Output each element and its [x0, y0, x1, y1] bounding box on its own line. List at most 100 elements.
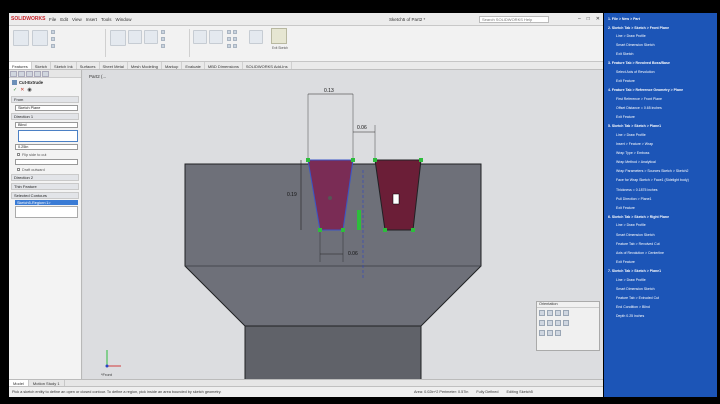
flip-side-checkbox[interactable]: Flip side to cut	[17, 152, 78, 157]
rib-icon[interactable]	[227, 29, 231, 34]
reference-geometry-icon[interactable]	[249, 30, 263, 44]
revolved-cut-icon[interactable]	[144, 30, 158, 44]
swept-boss-icon[interactable]	[51, 29, 55, 34]
direction2-section-header[interactable]: Direction 2	[11, 174, 79, 181]
preview-eye-icon[interactable]: ◉	[27, 87, 31, 94]
feature-tree-icon[interactable]	[10, 71, 17, 77]
draft-icon[interactable]	[227, 36, 231, 41]
configuration-icon[interactable]	[26, 71, 33, 77]
extruded-boss-icon[interactable]	[13, 30, 29, 46]
boundary-cut-icon[interactable]	[161, 43, 165, 48]
note-substep: End Condition > Blind	[616, 305, 650, 310]
cut-tools-group	[161, 29, 165, 48]
cancel-x-icon[interactable]: ✕	[20, 87, 24, 94]
property-manager-icon[interactable]	[18, 71, 25, 77]
tab-features[interactable]: Features	[9, 62, 32, 69]
view-right-icon[interactable]	[563, 310, 569, 316]
dimension-top-text[interactable]: 0.13	[324, 88, 334, 94]
shell-icon[interactable]	[227, 43, 231, 48]
linear-pattern-icon[interactable]	[209, 30, 223, 44]
command-manager-ribbon: Exit Sketch	[9, 26, 603, 62]
ok-check-icon[interactable]: ✓	[13, 87, 17, 94]
menu-tools[interactable]: Tools	[101, 17, 112, 22]
graphics-viewport[interactable]: Part2 (... 0.13 0.06 0.19 0.06 *Front Or…	[83, 70, 603, 390]
four-view-icon[interactable]	[555, 330, 561, 336]
menu-view[interactable]: View	[72, 17, 82, 22]
orientation-popup[interactable]: Orientation	[536, 301, 600, 351]
display-manager-icon[interactable]	[42, 71, 49, 77]
command-tabs: Features Sketch Sketch Ink Surfaces Shee…	[9, 62, 603, 70]
hole-wizard-icon[interactable]	[128, 30, 142, 44]
menu-window[interactable]: Window	[116, 17, 132, 22]
note-substep: Exit Feature	[616, 115, 635, 120]
tab-mesh-modeling[interactable]: Mesh Modeling	[128, 62, 162, 69]
view-front-icon[interactable]	[539, 310, 545, 316]
tab-evaluate[interactable]: Evaluate	[182, 62, 205, 69]
help-search-input[interactable]: Search SOLIDWORKS Help	[479, 16, 549, 23]
tab-sheet-metal[interactable]: Sheet Metal	[100, 62, 128, 69]
draft-angle-input[interactable]	[15, 159, 78, 165]
maximize-icon[interactable]: □	[587, 16, 590, 22]
lofted-cut-icon[interactable]	[161, 36, 165, 41]
dimension-left-text[interactable]: 0.19	[287, 192, 297, 198]
two-view-icon[interactable]	[547, 330, 553, 336]
view-normal-icon[interactable]	[555, 320, 561, 326]
view-back-icon[interactable]	[547, 310, 553, 316]
lofted-boss-icon[interactable]	[51, 36, 55, 41]
exit-sketch-label[interactable]: Exit Sketch	[267, 46, 293, 50]
menu-file[interactable]: File	[49, 17, 56, 22]
sketch-point	[328, 196, 332, 200]
wrap-icon[interactable]	[233, 29, 237, 34]
tab-mbd-dimensions[interactable]: MBD Dimensions	[205, 62, 243, 69]
view-top-icon[interactable]	[539, 320, 545, 326]
relation-marker	[383, 228, 387, 232]
note-substep: Smart Dimension Sketch	[616, 43, 655, 48]
exit-sketch-icon[interactable]	[271, 28, 287, 44]
direction1-section-header[interactable]: Direction 1	[11, 113, 79, 120]
menu-bar: File Edit View Insert Tools Window	[49, 17, 132, 22]
feature-title-label: Cut-Extrude	[19, 80, 43, 85]
feature-title: Cut-Extrude	[9, 78, 81, 87]
mirror-icon[interactable]	[233, 43, 237, 48]
direction-vector-box[interactable]	[18, 130, 78, 142]
view-orientation-label: *Front	[101, 372, 112, 377]
tab-add-ins[interactable]: SOLIDWORKS Add-Ins	[243, 62, 292, 69]
menu-insert[interactable]: Insert	[86, 17, 97, 22]
boundary-boss-icon[interactable]	[51, 43, 55, 48]
extruded-cut-icon[interactable]	[110, 30, 126, 46]
video-frame: SOLIDWORKS File Edit View Insert Tools W…	[0, 0, 720, 404]
tab-sketch[interactable]: Sketch	[32, 62, 52, 69]
note-step: 6. Sketch Tab > Sketch > Right Plane	[608, 214, 670, 219]
dimension-bottom-text[interactable]: 0.06	[348, 251, 358, 257]
tab-markup[interactable]: Markup	[162, 62, 183, 69]
selected-contour-item[interactable]: Sketch5-Region<1>	[15, 200, 78, 205]
note-step: 4. Feature Tab > Reference Geometry > Pl…	[608, 88, 684, 93]
fillet-icon[interactable]	[193, 30, 207, 44]
end-condition-select[interactable]: Blind	[15, 122, 78, 128]
thin-feature-section-header[interactable]: Thin Feature	[11, 183, 79, 190]
dimxpert-icon[interactable]	[34, 71, 41, 77]
tab-sketch-ink[interactable]: Sketch Ink	[51, 62, 77, 69]
draft-outward-checkbox[interactable]: Draft outward	[17, 167, 78, 172]
minimize-icon[interactable]: –	[578, 16, 581, 22]
close-icon[interactable]: ✕	[596, 16, 600, 22]
view-bottom-icon[interactable]	[547, 320, 553, 326]
draft-outward-label: Draft outward	[22, 167, 45, 172]
selected-contours-list[interactable]	[15, 206, 78, 218]
swept-cut-icon[interactable]	[161, 29, 165, 34]
single-view-icon[interactable]	[539, 330, 545, 336]
tab-surfaces[interactable]: Surfaces	[77, 62, 100, 69]
note-substep: Line > Draw Profile	[616, 34, 646, 39]
view-iso-icon[interactable]	[563, 320, 569, 326]
view-left-icon[interactable]	[555, 310, 561, 316]
depth-input[interactable]: 0.25in	[15, 144, 78, 150]
revolved-boss-icon[interactable]	[32, 30, 48, 46]
from-section-header[interactable]: From	[11, 96, 79, 103]
selected-contours-header[interactable]: Selected Contours	[11, 192, 79, 199]
menu-edit[interactable]: Edit	[60, 17, 68, 22]
status-state: Fully Defined	[476, 390, 499, 394]
app-logo: SOLIDWORKS	[11, 16, 46, 22]
from-select[interactable]: Sketch Plane	[15, 105, 78, 111]
dimension-right-text[interactable]: 0.06	[357, 125, 367, 131]
intersect-icon[interactable]	[233, 36, 237, 41]
